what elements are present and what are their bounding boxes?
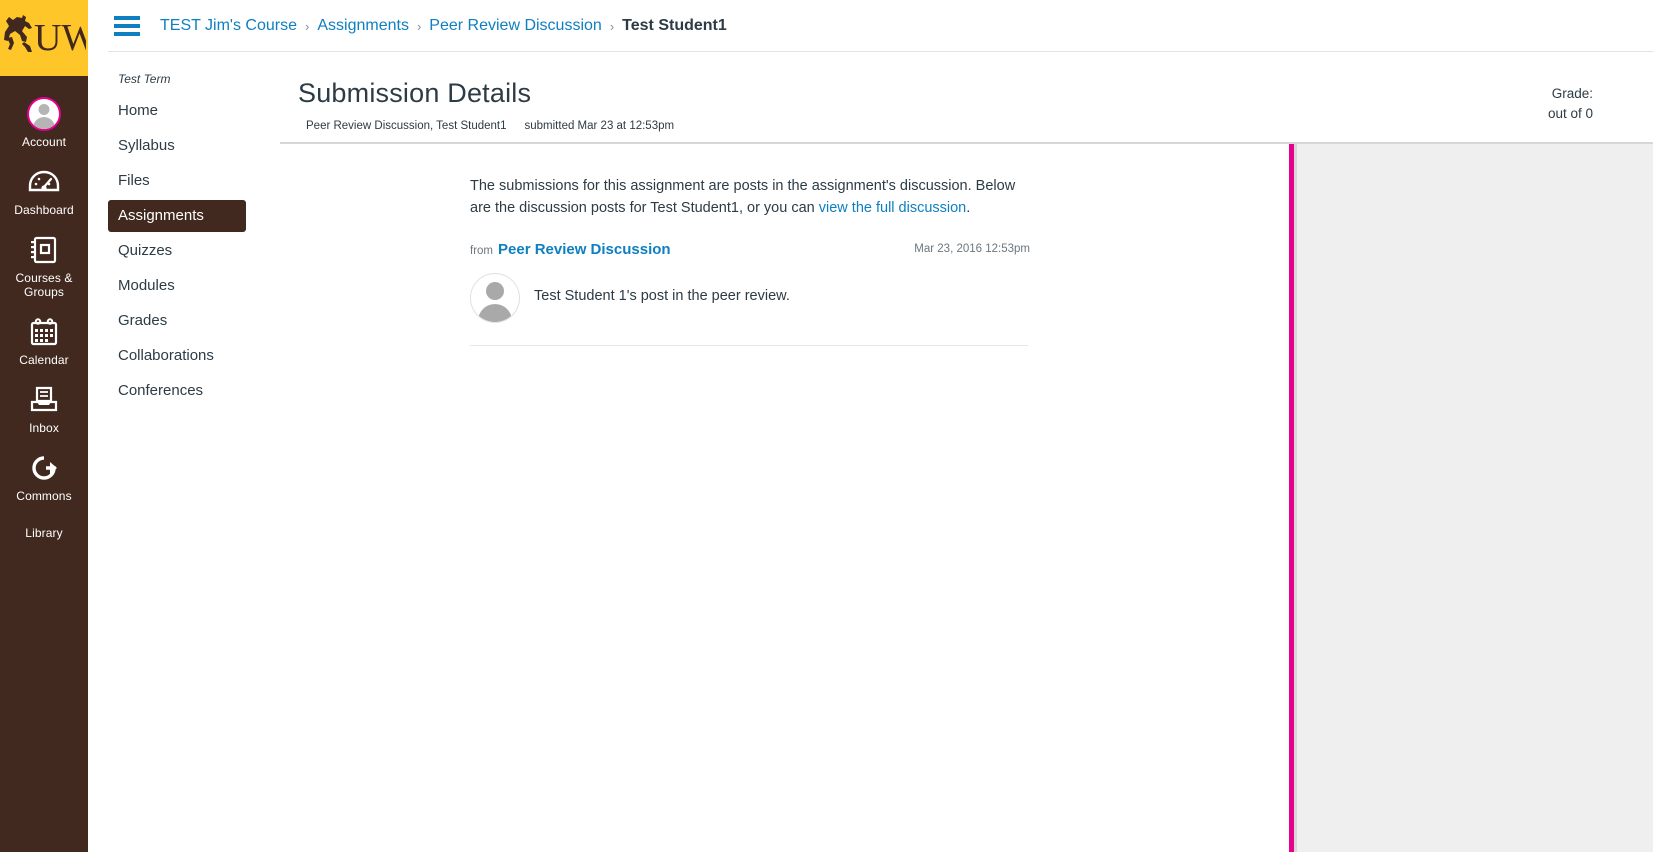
sidebar-item-label: Inbox <box>29 421 59 435</box>
sidebar-item-calendar[interactable]: Calendar <box>0 308 88 376</box>
sidebar-item-commons[interactable]: Commons <box>0 444 88 512</box>
dashboard-gauge-icon <box>2 165 86 199</box>
chevron-right-icon: › <box>416 18 422 34</box>
course-nav-item-grades[interactable]: Grades <box>108 305 268 337</box>
sidebar-item-label: Dashboard <box>14 203 74 217</box>
canvas-submission-details-page: UW Account Dashboard Courses & Groups Ca… <box>0 0 1653 852</box>
global-navigation: UW Account Dashboard Courses & Groups Ca… <box>0 0 88 852</box>
submission-body: The submissions for this assignment are … <box>280 144 1653 852</box>
inbox-tray-icon <box>2 383 86 417</box>
submission-preview: The submissions for this assignment are … <box>470 160 1040 346</box>
course-nav-item-conferences[interactable]: Conferences <box>108 375 268 407</box>
top-breadcrumb-bar: TEST Jim's Course › Assignments › Peer R… <box>88 0 1653 52</box>
discussion-topic-link[interactable]: Peer Review Discussion <box>498 241 671 258</box>
submission-timestamp: submitted Mar 23 at 12:53pm <box>524 120 675 132</box>
courses-book-icon <box>2 233 86 267</box>
chevron-right-icon: › <box>305 18 310 34</box>
sidebar-item-library[interactable]: Library <box>0 512 88 549</box>
grading-sidebar-panel <box>1294 144 1653 852</box>
view-full-discussion-link[interactable]: view the full discussion <box>819 200 967 216</box>
course-nav-item-collaborations[interactable]: Collaborations <box>108 340 268 372</box>
breadcrumb-item-course[interactable]: TEST Jim's Course <box>160 17 297 35</box>
sidebar-item-label: Library <box>25 526 63 540</box>
breadcrumb-item-peer-review-discussion[interactable]: Peer Review Discussion <box>429 17 602 35</box>
university-of-wyoming-logo[interactable]: UW <box>0 0 88 76</box>
submission-header: Submission Details Peer Review Discussio… <box>280 62 1653 142</box>
submission-intro-text: The submissions for this assignment are … <box>470 175 1026 219</box>
hamburger-menu-icon[interactable] <box>114 16 140 36</box>
global-nav-items: Account Dashboard Courses & Groups Calen… <box>0 76 88 549</box>
user-avatar-icon <box>2 97 86 131</box>
course-nav-item-syllabus[interactable]: Syllabus <box>108 130 268 162</box>
sidebar-item-courses-groups[interactable]: Courses & Groups <box>0 226 88 308</box>
course-nav-item-assignments[interactable]: Assignments <box>108 200 246 232</box>
discussion-entry-message: Test Student 1's post in the peer review… <box>534 287 790 304</box>
page-title: Submission Details <box>298 78 532 108</box>
discussion-entry-row: Test Student 1's post in the peer review… <box>470 272 1028 346</box>
chevron-right-icon: › <box>609 18 615 34</box>
sidebar-item-dashboard[interactable]: Dashboard <box>0 158 88 226</box>
entry-timestamp: Mar 23, 2016 12:53pm <box>914 242 1030 255</box>
course-term-label: Test Term <box>118 72 171 86</box>
course-nav-item-modules[interactable]: Modules <box>108 270 268 302</box>
submission-details-main: Submission Details Peer Review Discussio… <box>280 62 1653 852</box>
intro-text-part-2: . <box>966 199 971 216</box>
breadcrumb-item-assignments[interactable]: Assignments <box>317 17 409 35</box>
grade-summary: Grade: out of 0 <box>1548 84 1593 124</box>
sidebar-item-label: Commons <box>16 489 72 503</box>
calendar-icon <box>2 315 86 349</box>
discussion-entry: from Peer Review Discussion Mar 23, 2016… <box>470 241 1030 346</box>
sidebar-item-label: Calendar <box>19 353 69 367</box>
course-navigation: Test Term Home Syllabus Files Assignment… <box>108 72 268 410</box>
breadcrumb-item-current: Test Student1 <box>622 17 727 34</box>
grade-out-of: out of 0 <box>1547 106 1593 121</box>
svg-text:UW: UW <box>34 17 86 59</box>
grade-label: Grade: <box>1551 86 1593 101</box>
submission-subheader: Peer Review Discussion, Test Student1 su… <box>298 120 1653 132</box>
submission-context: Peer Review Discussion, Test Student1 <box>306 120 507 132</box>
sidebar-item-inbox[interactable]: Inbox <box>0 376 88 444</box>
course-nav-item-quizzes[interactable]: Quizzes <box>108 235 268 267</box>
breadcrumb: TEST Jim's Course › Assignments › Peer R… <box>160 17 727 35</box>
sidebar-item-label: Account <box>21 135 67 149</box>
discussion-entry-header: from Peer Review Discussion Mar 23, 2016… <box>470 241 1030 261</box>
sidebar-item-label: Courses & Groups <box>15 271 73 299</box>
default-user-avatar-icon <box>470 272 520 323</box>
course-nav-item-files[interactable]: Files <box>108 165 268 197</box>
sidebar-item-account[interactable]: Account <box>0 90 88 158</box>
commons-arrow-icon <box>2 451 86 485</box>
course-nav-item-home[interactable]: Home <box>108 95 268 127</box>
entry-from-label: from <box>470 244 493 257</box>
